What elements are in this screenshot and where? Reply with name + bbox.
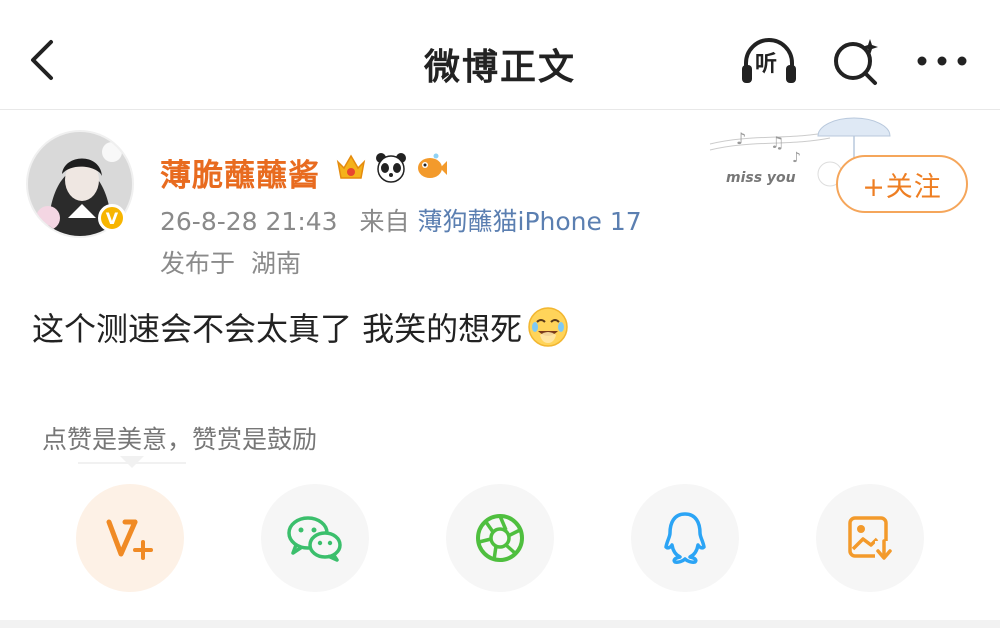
post-location: 发布于 湖南 [160, 244, 301, 280]
post-meta: 26-8-28 21:43 来自 薄狗蘸猫iPhone 17 [160, 202, 642, 238]
svg-text:♫: ♫ [770, 133, 784, 152]
decor-text: miss you [726, 170, 796, 186]
listen-label: 听 [755, 52, 778, 77]
wechat-icon [287, 516, 342, 562]
panda-badge-icon[interactable] [374, 150, 408, 184]
more-dots-icon [917, 56, 967, 66]
post-time: 26-8-28 21:43 [160, 207, 338, 236]
search-sparkle-icon [834, 39, 878, 85]
user-badges [334, 150, 448, 184]
svg-text:♪: ♪ [792, 150, 801, 166]
location-label: 发布于 [160, 249, 236, 278]
laughing-crying-emoji-icon [526, 305, 570, 349]
search-button[interactable] [824, 32, 888, 90]
hint-pointer [120, 456, 144, 468]
bottom-divider [0, 620, 1000, 628]
post-content: 这个测速会不会太真了 我笑的想死 [32, 304, 570, 350]
reward-button[interactable] [76, 484, 184, 592]
post-text: 这个测速会不会太真了 我笑的想死 [32, 310, 523, 348]
fish-badge-icon[interactable] [414, 150, 448, 184]
reward-v-icon [106, 519, 153, 560]
more-button[interactable] [910, 32, 974, 90]
location-value: 湖南 [250, 249, 301, 278]
reward-hint: 点赞是美意，赞赏是鼓励 [42, 425, 318, 454]
save-image-icon [848, 516, 893, 561]
share-qq-button[interactable] [631, 484, 739, 592]
save-image-button[interactable] [816, 484, 924, 592]
crown-badge-icon[interactable] [334, 150, 368, 184]
follow-button[interactable]: +关注 [836, 155, 968, 213]
listen-button[interactable]: 听 [737, 32, 801, 90]
share-moments-button[interactable] [446, 484, 554, 592]
avatar[interactable]: V [26, 130, 134, 238]
top-bar: 微博正文 听 [0, 0, 1000, 110]
verified-badge-icon: V [98, 204, 126, 232]
source-label: 来自 [359, 207, 410, 236]
qq-icon [664, 512, 706, 564]
share-wechat-button[interactable] [261, 484, 369, 592]
source-device-link[interactable]: 薄狗蘸猫iPhone 17 [418, 207, 642, 236]
username[interactable]: 薄脆蘸蘸酱 [160, 150, 320, 195]
svg-text:♪: ♪ [736, 129, 746, 148]
moments-icon [476, 514, 524, 562]
